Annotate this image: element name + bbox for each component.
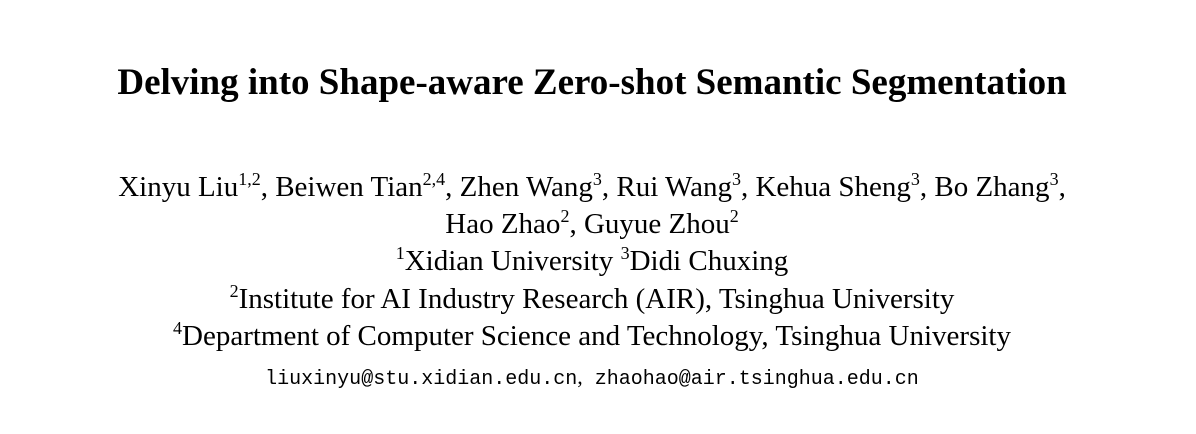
author-affiliation-mark: 2 [729, 206, 739, 226]
contact-emails: liuxinyu@stu.xidian.edu.cn, zhaohao@air.… [0, 364, 1184, 393]
author-affiliation-mark: 3 [910, 169, 920, 189]
author-separator: , [601, 171, 617, 203]
paper-title: Delving into Shape-aware Zero-shot Seman… [117, 62, 1067, 103]
affiliation-mark: 4 [173, 318, 183, 338]
author-affiliation-mark: 1,2 [238, 169, 261, 189]
affiliation-name: Didi Chuxing [629, 245, 789, 277]
author-separator: , [445, 171, 460, 203]
affiliation-mark: 1 [395, 243, 405, 263]
author-trailing-comma: , [1058, 171, 1066, 203]
paper-header: Delving into Shape-aware Zero-shot Seman… [0, 0, 1196, 434]
author-name: Guyue Zhou [583, 208, 730, 240]
author-line-1: Xinyu Liu1,2, Beiwen Tian2,4, Zhen Wang3… [0, 169, 1184, 205]
author-separator: , [569, 208, 584, 240]
author-affiliation-mark: 3 [592, 169, 602, 189]
affiliation-mark: 3 [620, 243, 630, 263]
affiliation-line-1: 1Xidian University 3Didi Chuxing [0, 243, 1184, 279]
author-affiliation-mark: 3 [1049, 169, 1059, 189]
author-name: Zhen Wang [459, 171, 593, 203]
author-affiliation-mark: 2,4 [422, 169, 446, 189]
affiliation-name: Department of Computer Science and Techn… [182, 320, 1011, 352]
affiliation-mark: 2 [229, 281, 239, 301]
author-name: Bo Zhang [934, 171, 1050, 203]
author-line-2: Hao Zhao2, Guyue Zhou2 [0, 206, 1184, 242]
email-separator: , [577, 364, 583, 389]
author-separator: , [260, 171, 276, 203]
author-separator: , [740, 171, 756, 203]
author-name: Beiwen Tian [275, 171, 423, 203]
author-separator: , [919, 171, 935, 203]
author-name: Hao Zhao [445, 208, 561, 240]
email-address: liuxinyu@stu.xidian.edu.cn [265, 368, 578, 391]
author-affiliation-mark: 3 [731, 169, 741, 189]
author-name: Kehua Sheng [755, 171, 911, 203]
author-name: Rui Wang [616, 171, 732, 203]
author-affiliation-mark: 2 [560, 206, 570, 226]
affiliation-line-2: 2Institute for AI Industry Research (AIR… [0, 281, 1184, 317]
affiliation-name: Institute for AI Industry Research (AIR)… [238, 283, 955, 315]
author-name: Xinyu Liu [118, 171, 239, 203]
email-address: zhaohao@air.tsinghua.edu.cn [594, 368, 919, 391]
affiliation-name: Xidian University [404, 245, 614, 277]
affiliation-line-3: 4Department of Computer Science and Tech… [0, 318, 1184, 354]
